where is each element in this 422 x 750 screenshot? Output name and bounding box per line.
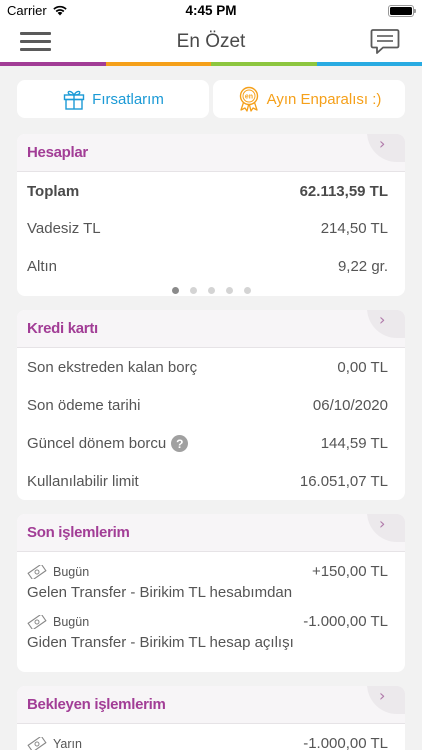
row-label-wrap: Güncel dönem borcu? — [27, 434, 189, 453]
pending-transactions-expand-button[interactable]: › — [367, 686, 405, 714]
gift-icon — [62, 87, 86, 111]
account-row-gold[interactable]: Altın 9,22 gr. — [17, 247, 405, 285]
clock: 4:45 PM — [185, 3, 237, 18]
stripe-segment-green — [211, 62, 317, 66]
recent-transactions-header: Son işlemlerim › — [17, 514, 405, 552]
accounts-title: Hesaplar — [27, 144, 88, 161]
enpara-badge-text: en — [245, 94, 253, 101]
row-label: Son ödeme tarihi — [27, 397, 141, 414]
transaction-amount: -1.000,00 TL — [303, 735, 388, 750]
row-value: 9,22 gr. — [337, 257, 388, 275]
pending-transactions-title: Bekleyen işlemlerim — [27, 696, 166, 713]
transaction-date-wrap: Bugün — [27, 614, 90, 629]
opportunities-button[interactable]: Fırsatlarım — [17, 80, 209, 118]
accounts-card-header: Hesaplar › — [17, 134, 405, 172]
transaction-date-wrap: Bugün — [27, 564, 90, 579]
row-label: Vadesiz TL — [27, 220, 101, 237]
transaction-amount: -1.000,00 TL — [303, 613, 388, 630]
banknote-icon — [27, 614, 47, 629]
pending-transactions-card[interactable]: Bekleyen işlemlerim › Yarın -1.000,00 TL — [17, 686, 405, 750]
page-dot[interactable] — [225, 287, 233, 294]
enpara-label: Ayın Enparalısı :) — [266, 90, 382, 108]
row-label: Güncel dönem borcu — [27, 434, 167, 452]
transaction-amount: +150,00 TL — [311, 563, 388, 580]
transaction-date: Bugün — [53, 614, 90, 629]
credit-card-card[interactable]: Kredi kartı › Son ekstreden kalan borç 0… — [17, 310, 405, 500]
banknote-icon — [27, 564, 47, 579]
statement-balance-row: Son ekstreden kalan borç 0,00 TL — [17, 348, 405, 386]
due-date-row: Son ödeme tarihi 06/10/2020 — [17, 386, 405, 425]
brand-color-stripe — [0, 62, 422, 66]
chevron-right-icon: › — [379, 686, 386, 705]
transaction-item[interactable]: Bugün +150,00 TL Gelen Transfer - Biriki… — [17, 563, 405, 601]
chevron-right-icon: › — [379, 134, 386, 153]
credit-card-expand-button[interactable]: › — [367, 310, 405, 338]
stripe-segment-orange — [105, 62, 211, 66]
banknote-icon — [27, 736, 47, 750]
speech-bubble-icon[interactable] — [370, 28, 400, 56]
row-value: 144,59 TL — [320, 435, 388, 452]
transaction-item[interactable]: Yarın -1.000,00 TL — [17, 735, 405, 750]
enpara-of-month-button[interactable]: en Ayın Enparalısı :) — [213, 80, 405, 118]
row-value: 06/10/2020 — [312, 397, 388, 414]
transaction-date-wrap: Yarın — [27, 736, 82, 750]
accounts-card[interactable]: Hesaplar › Toplam 62.113,59 TL Vadesiz T… — [17, 134, 405, 296]
row-label: Altın — [27, 257, 58, 275]
row-label: Kullanılabilir limit — [27, 473, 139, 490]
opportunities-label: Fırsatlarım — [92, 90, 164, 108]
credit-card-title: Kredi kartı — [27, 320, 98, 337]
page-indicator[interactable] — [17, 285, 405, 294]
chevron-right-icon: › — [379, 310, 386, 329]
stripe-segment-purple — [0, 62, 106, 66]
row-value: 62.113,59 TL — [299, 182, 388, 200]
page-dot[interactable] — [207, 287, 215, 294]
page-title: En Özet — [176, 31, 246, 52]
account-row-vadesiz[interactable]: Vadesiz TL 214,50 TL — [17, 210, 405, 247]
stripe-segment-blue — [316, 62, 422, 66]
row-label: Son ekstreden kalan borç — [27, 358, 198, 376]
battery-icon — [388, 5, 416, 17]
transaction-item[interactable]: Bugün -1.000,00 TL Giden Transfer - Biri… — [17, 613, 405, 651]
accounts-total-row[interactable]: Toplam 62.113,59 TL — [17, 172, 405, 210]
question-circle-icon[interactable]: ? — [171, 435, 189, 453]
transaction-description: Giden Transfer - Birikim TL hesap açılış… — [27, 634, 294, 651]
navigation-bar: En Özet — [0, 22, 422, 62]
available-limit-row: Kullanılabilir limit 16.051,07 TL — [17, 462, 405, 500]
recent-transactions-expand-button[interactable]: › — [367, 514, 405, 542]
page-dot[interactable] — [189, 287, 197, 294]
transaction-date: Bugün — [53, 564, 90, 579]
recent-transactions-card[interactable]: Son işlemlerim › Bugün +150,00 TL Gelen — [17, 514, 405, 672]
accounts-expand-button[interactable]: › — [367, 134, 405, 162]
page-dot[interactable] — [171, 287, 179, 294]
recent-transactions-title: Son işlemlerim — [27, 524, 130, 541]
page-dot[interactable] — [243, 287, 251, 294]
quick-actions: Fırsatlarım en Ayın Enparalısı :) — [0, 80, 422, 118]
credit-card-header: Kredi kartı › — [17, 310, 405, 348]
chevron-right-icon: › — [379, 514, 386, 533]
row-value: 16.051,07 TL — [299, 473, 388, 490]
status-bar: Carrier 4:45 PM — [0, 0, 422, 22]
current-period-debt-row: Güncel dönem borcu? 144,59 TL — [17, 425, 405, 462]
row-label: Toplam — [27, 182, 80, 200]
row-value: 0,00 TL — [337, 358, 388, 376]
pending-transactions-header: Bekleyen işlemlerim › — [17, 686, 405, 724]
row-value: 214,50 TL — [320, 220, 388, 237]
transaction-description: Gelen Transfer - Birikim TL hesabımdan — [27, 584, 293, 601]
award-ribbon-icon: en — [237, 86, 261, 112]
transaction-date: Yarın — [53, 736, 82, 750]
